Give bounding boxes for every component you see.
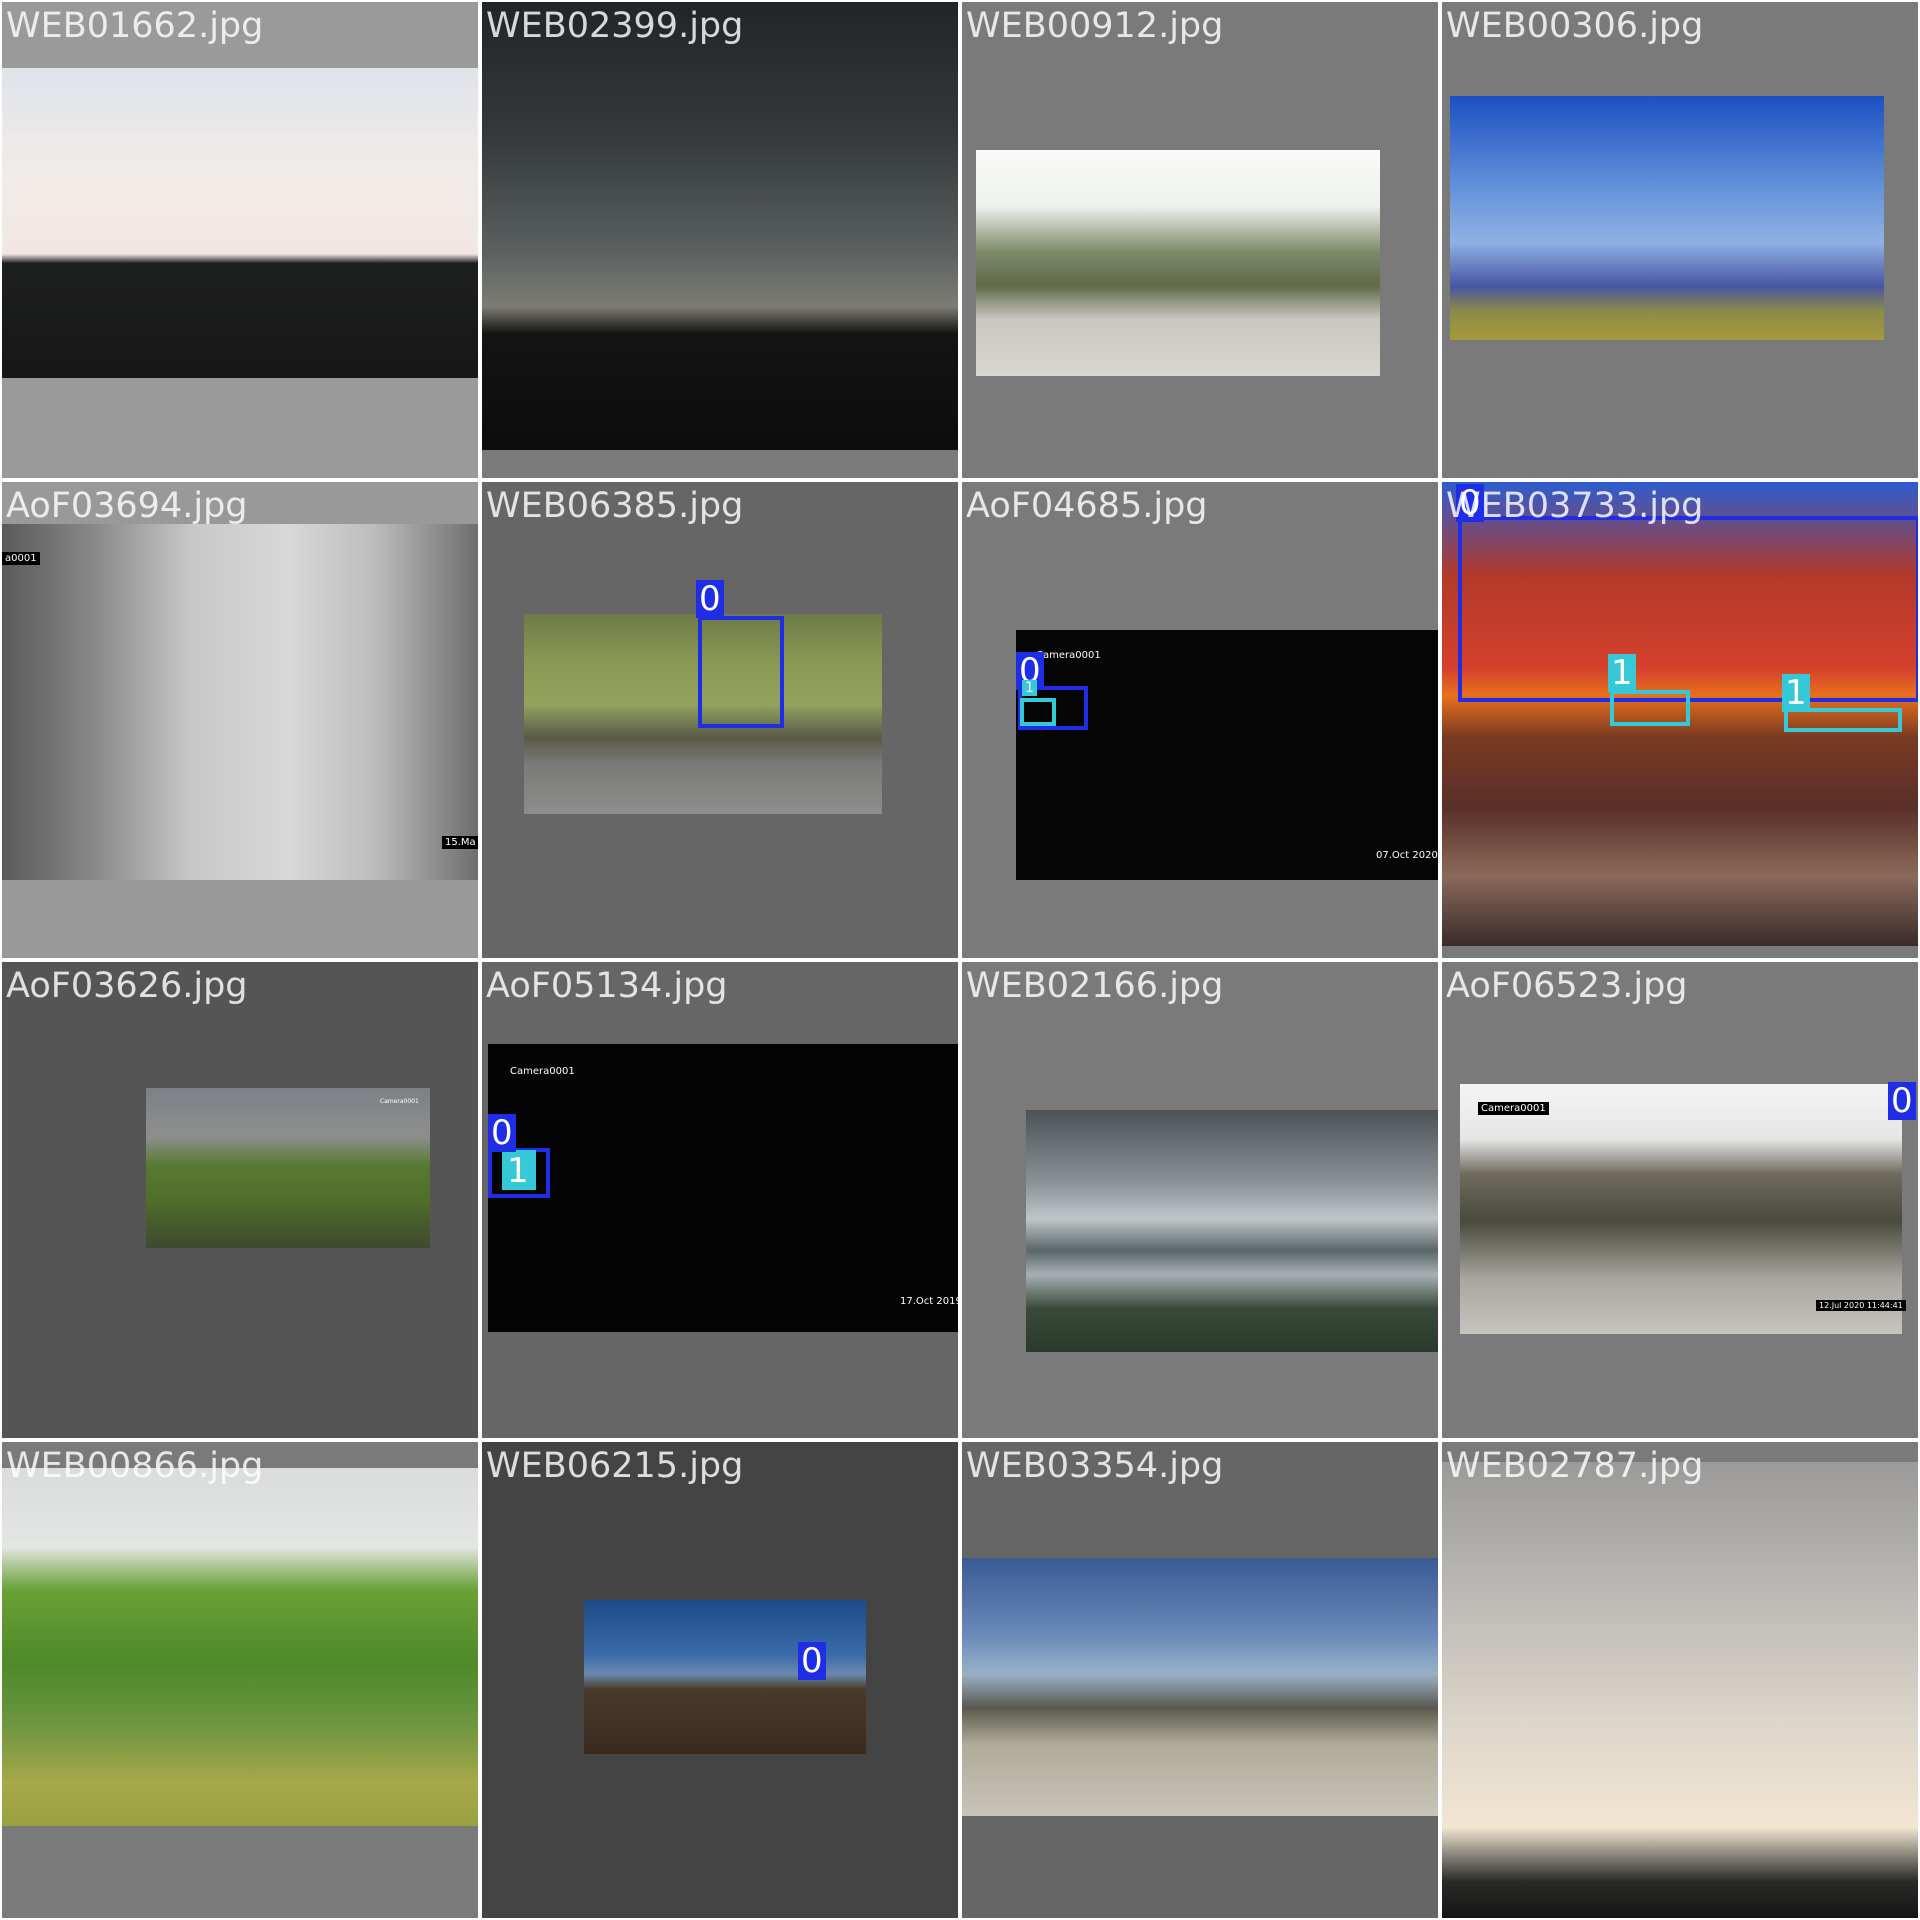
detection-label: 0 — [1888, 1082, 1916, 1120]
grid-cell: WEB00306.jpg — [1442, 2, 1918, 478]
grid-cell: 0 WEB06215.jpg — [482, 1442, 958, 1918]
filename-label: AoF06523.jpg — [1446, 966, 1688, 1006]
grid-cell: WEB02787.jpg — [1442, 1442, 1918, 1918]
detection-label: 1 — [504, 1152, 532, 1190]
grid-cell: WEB00912.jpg — [962, 2, 1438, 478]
photo-storm-cloud — [482, 2, 958, 450]
detection-label: 0 — [798, 1642, 826, 1680]
camera-label: Camera0001 — [380, 1098, 419, 1105]
photo-green-slope — [2, 1468, 478, 1826]
grid-cell: Camera0001 17.Oct 2019 0 1 AoF05134.jpg — [482, 962, 958, 1438]
detection-label: 1 — [1782, 674, 1810, 712]
filename-label: WEB02399.jpg — [486, 6, 744, 46]
detection-label: 0 — [696, 580, 724, 618]
camera-label: Camera0001 — [1478, 1102, 1549, 1115]
filename-label: WEB00912.jpg — [966, 6, 1224, 46]
grid-cell: WEB03354.jpg — [962, 1442, 1438, 1918]
grid-cell: Camera0001 12.Jul 2020 11:44:41 0 AoF065… — [1442, 962, 1918, 1438]
filename-label: AoF05134.jpg — [486, 966, 728, 1006]
timestamp-label: 17.Oct 2019 — [900, 1296, 958, 1307]
grid-cell: WEB00866.jpg — [2, 1442, 478, 1918]
photo-open-lot — [962, 1558, 1438, 1816]
grid-cell: a0001 15.Ma AoF03694.jpg — [2, 482, 478, 958]
photo-foggy-trees — [2, 524, 478, 880]
detection-label: 1 — [1022, 680, 1037, 696]
grid-cell: Camera0001 07.Oct 2020 22 0 1 AoF04685.j… — [962, 482, 1438, 958]
detection-box — [1020, 698, 1056, 726]
photo-dusk-field — [2, 68, 478, 378]
detection-label: 1 — [1608, 654, 1636, 692]
detection-box — [698, 616, 784, 728]
filename-label: WEB06385.jpg — [486, 486, 744, 526]
filename-label: WEB01662.jpg — [6, 6, 264, 46]
photo-cloudy-sky-roof — [1442, 1462, 1918, 1918]
filename-label: AoF04685.jpg — [966, 486, 1208, 526]
image-grid: WEB01662.jpg WEB02399.jpg WEB00912.jpg W… — [0, 0, 1920, 1920]
timestamp-label: 12.Jul 2020 11:44:41 — [1816, 1300, 1906, 1311]
photo-rain-lake — [1026, 1110, 1438, 1352]
filename-label: WEB03733.jpg — [1446, 486, 1704, 526]
filename-label: WEB02787.jpg — [1446, 1446, 1704, 1486]
camera-label: Camera0001 — [1036, 650, 1101, 661]
timestamp-label: 07.Oct 2020 22 — [1376, 850, 1438, 861]
filename-label: AoF03694.jpg — [6, 486, 248, 526]
grid-cell: WEB02166.jpg — [962, 962, 1438, 1438]
detection-label: 0 — [488, 1114, 516, 1152]
filename-label: WEB03354.jpg — [966, 1446, 1224, 1486]
filename-label: WEB02166.jpg — [966, 966, 1224, 1006]
detection-box — [1610, 690, 1690, 726]
photo-road-cliff — [976, 150, 1380, 376]
grid-cell: WEB02399.jpg — [482, 2, 958, 478]
detection-box — [1458, 516, 1918, 702]
timestamp-label: 15.Ma — [442, 836, 478, 849]
photo-city-blue-sky — [1450, 96, 1884, 340]
filename-label: WEB00866.jpg — [6, 1446, 264, 1486]
camera-label: Camera0001 — [510, 1066, 575, 1077]
filename-label: AoF03626.jpg — [6, 966, 248, 1006]
camera-label: a0001 — [2, 552, 40, 565]
grid-cell: 0 1 1 WEB03733.jpg — [1442, 482, 1918, 958]
photo-night-camera-2 — [488, 1044, 958, 1332]
filename-label: WEB06215.jpg — [486, 1446, 744, 1486]
filename-label: WEB00306.jpg — [1446, 6, 1704, 46]
photo-green-hill — [146, 1088, 430, 1248]
photo-night-camera — [1016, 630, 1438, 880]
photo-dry-hills — [1460, 1084, 1902, 1334]
grid-cell: 0 WEB06385.jpg — [482, 482, 958, 958]
grid-cell: Camera0001 AoF03626.jpg — [2, 962, 478, 1438]
grid-cell: WEB01662.jpg — [2, 2, 478, 478]
